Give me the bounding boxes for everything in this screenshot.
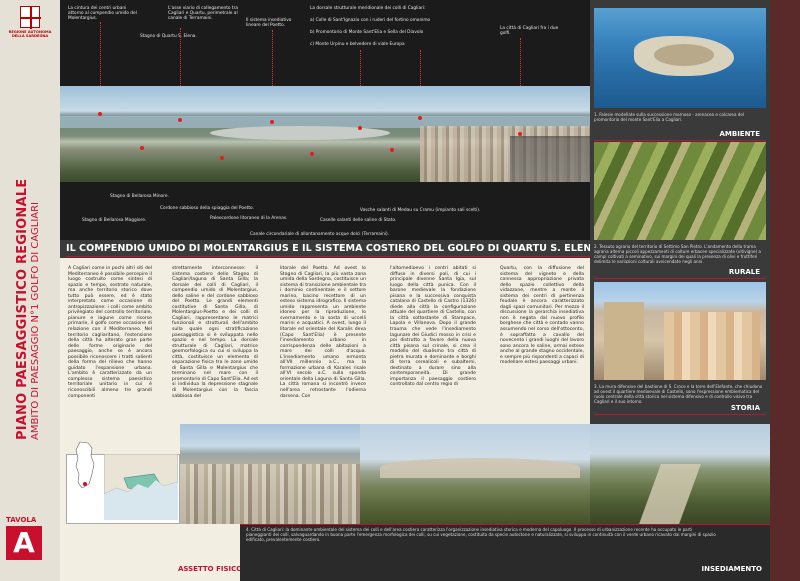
annotation-dorsale: La dorsale strutturale meridionale dei c… — [310, 6, 426, 11]
rule-storia — [594, 414, 766, 415]
annotation-canale: Canale circondariale di allontanamento a… — [250, 232, 390, 237]
photo-park-path — [590, 424, 770, 524]
photo-hill-view — [360, 424, 590, 524]
logo-text: REGIONE AUTONOMA DELLA SARDEGNA — [8, 30, 52, 39]
annotation-stagno-quartu: Stagno di Quartu S. Elena. — [140, 34, 197, 39]
left-band: REGIONE AUTONOMA DELLA SARDEGNA PIANO PA… — [0, 0, 60, 581]
leader-line — [360, 50, 361, 86]
tavola-label: TAVOLA — [6, 516, 37, 524]
right-column: 1. Falesie modellate sulla successione m… — [590, 0, 770, 424]
annotation-paleocordone: Paleocordone litoraneo di la Arenas. — [210, 216, 288, 221]
historic-buildings — [664, 312, 760, 380]
hill — [380, 458, 580, 478]
caption-rule — [240, 524, 770, 525]
label-rurale: RURALE — [728, 268, 760, 276]
marker-dot — [178, 118, 182, 122]
annotation-bellarosa-minore: Stagno di Bellarosa Minore. — [110, 194, 169, 199]
rule-ambiente — [594, 140, 766, 141]
annotation-bellarosa-maggiore: Stagno di Bellarosa Maggiore. — [82, 218, 147, 223]
leader-line — [100, 22, 101, 86]
annotation-cordone: Cordone sabbioso della spiaggia del Poet… — [160, 206, 254, 211]
caption-ambiente: 1. Falesie modellate sulla successione m… — [594, 112, 745, 122]
marker-dot — [358, 126, 362, 130]
annotation-vasche: Vasche salanti di Medau su Cramu (impian… — [360, 208, 481, 213]
gulf-detail-map — [104, 454, 178, 520]
text-column-3: litorale del Poetto. Ad ovest lo Stagno … — [280, 266, 366, 399]
annotation-poetto: Il sistema insediativo lineare del Poett… — [246, 18, 292, 29]
marker-dot — [390, 148, 394, 152]
caption-rurale: 2. Tessuto agrario del territorio di Set… — [594, 244, 761, 264]
plan-subtitle: AMBITO DI PAESAGGIO N°1 GOLFO DI CAGLIAR… — [30, 201, 41, 440]
tavola-block: TAVOLA A — [0, 516, 60, 581]
annotation-sant-elia: b) Promontorio di Monte Sant'Elia e Sell… — [310, 30, 424, 35]
text-column-4: l'altomedioevo i centri abitati si diffu… — [390, 266, 476, 388]
bottom-caption-block: 4. Città di Cagliari: la dominante ambie… — [240, 524, 770, 581]
photo-city-view — [180, 424, 360, 524]
tavola-letter: A — [6, 526, 42, 560]
caption-storia: 3. La mura difensive del bastione di S. … — [594, 384, 763, 404]
label-ambiente: AMBIENTE — [719, 130, 760, 138]
marker-dot — [98, 112, 102, 116]
text-column-5: Quartu, con la diffusione del sistema de… — [500, 266, 584, 366]
title-rule — [66, 256, 590, 257]
promontory-ridge — [654, 44, 714, 66]
annotation-caselle: Caselle salanti delle saline di Stato. — [320, 218, 397, 223]
text-column-1: A Cagliari come in pochi altri siti del … — [68, 266, 152, 399]
bastion-tower — [604, 302, 644, 380]
annotation-urpinu: c) Monte Urpinu e belvedere di viale Eur… — [310, 42, 405, 47]
plan-title: PIANO PAESAGGISTICO REGIONALE — [15, 178, 30, 440]
text-column-2: strettamente interconnesse: il sistema c… — [172, 266, 258, 399]
photo-rurale — [594, 142, 766, 240]
region-logo: REGIONE AUTONOMA DELLA SARDEGNA — [6, 6, 54, 38]
sardinia-crest-icon — [20, 6, 41, 29]
leader-line — [180, 28, 181, 86]
annotation-cintura: La cintura dei centri urbani attorno al … — [68, 6, 137, 22]
leader-line — [420, 50, 421, 86]
rule-rurale — [594, 278, 766, 279]
right-edge-band — [770, 0, 800, 581]
label-assetto-fisico: ASSETTO FISICO — [178, 565, 243, 573]
annotation-asse-viario: L'asse viario di collegamento tra Caglia… — [168, 6, 239, 22]
marker-dot — [518, 132, 522, 136]
vertical-title: PIANO PAESAGGISTICO REGIONALE AMBITO DI … — [15, 60, 41, 440]
path — [639, 464, 701, 524]
main-title-bar: IL COMPENDIO UMIDO DI MOLENTARGIUS E IL … — [60, 240, 599, 258]
leader-line — [520, 38, 521, 86]
marker-dot — [270, 120, 274, 124]
main-title: IL COMPENDIO UMIDO DI MOLENTARGIUS E IL … — [66, 243, 599, 254]
railing — [510, 136, 590, 182]
marker-dot — [220, 156, 224, 160]
assetto-fisico-block: ASSETTO FISICO — [60, 524, 243, 581]
sardinia-map-icon — [75, 441, 95, 489]
marker-dot — [140, 146, 144, 150]
lower-annotation-strip: Stagno di Bellarosa Minore. Stagno di Be… — [60, 182, 590, 240]
leader-line — [272, 30, 273, 86]
top-annotation-strip: La cintura dei centri urbani attorno al … — [60, 0, 590, 86]
label-insediamento: INSEDIAMENTO — [701, 565, 762, 573]
annotation-colle-ignazio: a) Colle di Sant'Ignazio con i ruderi de… — [310, 18, 431, 23]
text-area: A Cagliari come in pochi altri siti del … — [60, 258, 590, 424]
lagoon-shape — [210, 126, 390, 140]
poster-sheet: REGIONE AUTONOMA DELLA SARDEGNA PIANO PA… — [0, 0, 800, 581]
marker-dot — [418, 116, 422, 120]
photo-ambiente — [594, 8, 766, 108]
marker-dot — [310, 152, 314, 156]
caption-insediamento: 4. Città di Cagliari: la dominante ambie… — [246, 527, 716, 542]
panorama-photo — [60, 86, 590, 182]
buildings — [180, 464, 360, 524]
photo-storia — [594, 282, 766, 380]
label-storia: STORIA — [730, 404, 760, 412]
annotation-citta-cagliari: La città di Cagliari fra i due golfi. — [500, 26, 559, 37]
